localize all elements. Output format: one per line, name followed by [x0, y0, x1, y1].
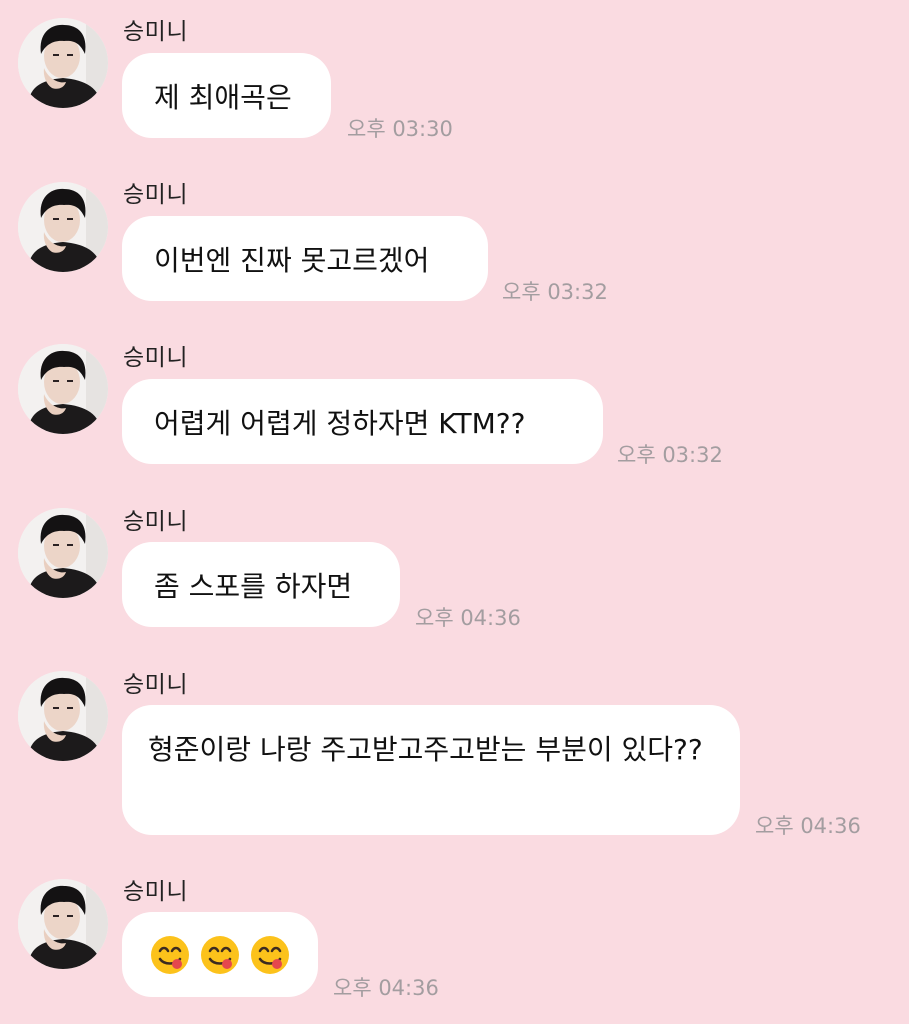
sender-name: 승미니 [123, 182, 188, 208]
message-timestamp: 오후 03:32 [617, 443, 723, 467]
avatar[interactable] [18, 508, 108, 598]
message-bubble[interactable]: 좀 스포를 하자면 [122, 542, 400, 627]
avatar[interactable] [18, 879, 108, 969]
message-timestamp: 오후 04:36 [333, 976, 439, 1000]
avatar[interactable] [18, 671, 108, 761]
yum-face-icon [250, 935, 290, 975]
avatar[interactable] [18, 182, 108, 272]
message-bubble[interactable]: 제 최애곡은 [122, 53, 331, 138]
yum-face-icon [150, 935, 190, 975]
message-timestamp: 오후 03:32 [502, 280, 608, 304]
emoji-row [150, 935, 290, 975]
message-bubble[interactable] [122, 912, 318, 997]
sender-name: 승미니 [123, 19, 188, 45]
message-bubble[interactable]: 어렵게 어렵게 정하자면 KTM?? [122, 379, 603, 464]
message-bubble[interactable]: 이번엔 진짜 못고르겠어 [122, 216, 488, 301]
avatar[interactable] [18, 18, 108, 108]
chat-screen: { "chat": { "messages": [ {"sender": "승미… [0, 0, 909, 1024]
sender-name: 승미니 [123, 879, 188, 905]
sender-name: 승미니 [123, 345, 188, 371]
message-timestamp: 오후 03:30 [347, 117, 453, 141]
avatar[interactable] [18, 344, 108, 434]
sender-name: 승미니 [123, 509, 188, 535]
sender-name: 승미니 [123, 672, 188, 698]
message-timestamp: 오후 04:36 [755, 814, 861, 838]
yum-face-icon [200, 935, 240, 975]
message-bubble[interactable]: 형준이랑 나랑 주고받고주고받는 부분이 있다?? [122, 705, 740, 835]
message-timestamp: 오후 04:36 [415, 606, 521, 630]
